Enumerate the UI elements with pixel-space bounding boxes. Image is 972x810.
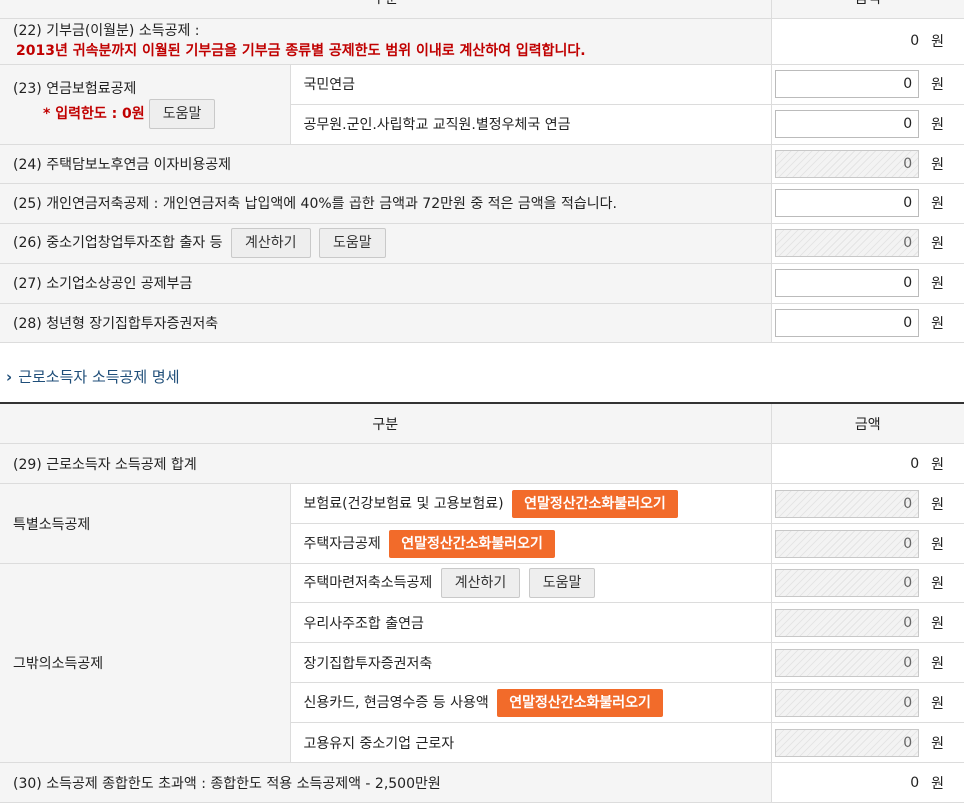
other-sub1-cell: 주택마련저축소득공제 계산하기 도움말 — [289, 563, 772, 603]
header-amount: 금액 — [770, 403, 965, 444]
row-23-label-cell: (23) 연금보험료공제 * 입력한도 : 0원 도움말 — [0, 64, 290, 145]
housing-savings-calc-button[interactable]: 계산하기 — [440, 568, 521, 598]
header-amount: 금액 — [770, 0, 965, 19]
housing-fund-input — [775, 529, 920, 558]
other-sub5-label: 고용유지 중소기업 근로자 — [289, 722, 772, 763]
chevron-right-icon: › — [6, 368, 13, 386]
row-23-note: * 입력한도 : 0원 — [43, 106, 145, 122]
row-22-label: (22) 기부금(이월분) 소득공제 : — [13, 23, 200, 39]
public-pension-input[interactable] — [775, 110, 920, 138]
other-sub2-label: 우리사주조합 출연금 — [289, 602, 772, 643]
won-unit: 원 — [931, 456, 945, 473]
venture-investment-input — [775, 229, 920, 257]
housing-savings-input — [775, 569, 920, 597]
row-23-sub1-label: 국민연금 — [289, 64, 772, 105]
won-unit: 원 — [931, 735, 945, 752]
load-simplified-button[interactable]: 연말정산간소화불러오기 — [497, 688, 663, 717]
row-29-label: (29) 근로소득자 소득공제 합계 — [0, 443, 772, 484]
long-term-fund-input — [775, 648, 920, 677]
row-30-value: 0 — [910, 774, 920, 791]
row-23-label: (23) 연금보험료공제 — [13, 81, 137, 97]
won-unit: 원 — [931, 615, 945, 632]
other-sub4-label: 신용카드, 현금영수증 등 사용액 — [303, 694, 489, 711]
special-sub2-label: 주택자금공제 — [303, 535, 381, 552]
load-simplified-button[interactable]: 연말정산간소화불러오기 — [389, 529, 555, 558]
won-unit: 원 — [931, 276, 945, 292]
housing-savings-help-button[interactable]: 도움말 — [528, 568, 596, 598]
row-22-note: 2013년 귀속분까지 이월된 기부금을 기부금 종류별 공제한도 범위 이내로… — [16, 43, 586, 59]
row-29-value: 0 — [910, 455, 920, 472]
youth-savings-input[interactable] — [775, 308, 920, 337]
row-26-calc-button[interactable]: 계산하기 — [230, 228, 311, 258]
row-23-help-button[interactable]: 도움말 — [148, 99, 216, 129]
special-deduction-label: 특별소득공제 — [0, 483, 290, 564]
credit-card-input — [775, 688, 920, 717]
section-title-text: 근로소득자 소득공제 명세 — [18, 368, 180, 386]
deduction-table-top: 구분 금액 (22) 기부금(이월분) 소득공제 : 2013년 귀속분까지 이… — [0, 0, 965, 343]
won-unit: 원 — [931, 655, 945, 672]
header-category: 구분 — [0, 403, 772, 444]
section-title: › 근로소득자 소득공제 명세 — [6, 366, 180, 387]
row-26-label: (26) 중소기업창업투자조합 출자 등 — [13, 235, 223, 251]
won-unit: 원 — [931, 77, 945, 93]
row-25-label: (25) 개인연금저축공제 : 개인연금저축 납입액에 40%를 곱한 금액과 … — [0, 183, 772, 224]
won-unit: 원 — [931, 496, 945, 513]
row-26-label-cell: (26) 중소기업창업투자조합 출자 등 계산하기 도움말 — [0, 223, 772, 264]
employee-stock-input — [775, 608, 920, 637]
won-unit: 원 — [931, 576, 945, 592]
employment-retention-input — [775, 728, 920, 757]
won-unit: 원 — [931, 536, 945, 553]
won-unit: 원 — [931, 156, 945, 173]
row-28-label: (28) 청년형 장기집합투자증권저축 — [0, 303, 772, 343]
row-27-label: (27) 소기업소상공인 공제부금 — [0, 263, 772, 304]
insurance-premium-input — [775, 489, 920, 518]
deduction-table-bottom: 구분 금액 (29) 근로소득자 소득공제 합계 0 원 특별소득공제 보험료(… — [0, 402, 965, 803]
other-sub3-label: 장기집합투자증권저축 — [289, 642, 772, 683]
special-sub2-cell: 주택자금공제 연말정산간소화불러오기 — [289, 523, 772, 564]
mortgage-pension-input — [775, 149, 920, 178]
other-sub4-cell: 신용카드, 현금영수증 등 사용액 연말정산간소화불러오기 — [289, 682, 772, 723]
header-category: 구분 — [0, 0, 772, 19]
row-30-label: (30) 소득공제 종합한도 초과액 : 종합한도 적용 소득공제액 - 2,5… — [0, 762, 772, 803]
won-unit: 원 — [931, 775, 945, 792]
won-unit: 원 — [931, 117, 945, 133]
load-simplified-button[interactable]: 연말정산간소화불러오기 — [512, 489, 678, 518]
national-pension-input[interactable] — [775, 70, 920, 98]
other-deduction-label: 그밖의소득공제 — [0, 563, 290, 763]
special-sub1-label: 보험료(건강보험료 및 고용보험료) — [303, 495, 504, 512]
row-23-sub2-label: 공무원.군인.사립학교 교직원.별정우체국 연금 — [289, 104, 772, 145]
small-business-input[interactable] — [775, 269, 920, 297]
personal-pension-input[interactable] — [775, 189, 920, 217]
won-unit: 원 — [931, 196, 945, 212]
won-unit: 원 — [931, 695, 945, 712]
row-22-value: 0 — [910, 33, 920, 49]
row-24-label: (24) 주택담보노후연금 이자비용공제 — [0, 144, 772, 184]
row-26-help-button[interactable]: 도움말 — [318, 228, 386, 258]
won-unit: 원 — [931, 34, 945, 50]
special-sub1-cell: 보험료(건강보험료 및 고용보험료) 연말정산간소화불러오기 — [289, 483, 772, 524]
row-22-label-cell: (22) 기부금(이월분) 소득공제 : 2013년 귀속분까지 이월된 기부금… — [0, 18, 772, 65]
won-unit: 원 — [931, 236, 945, 252]
other-sub1-label: 주택마련저축소득공제 — [303, 575, 433, 591]
won-unit: 원 — [931, 315, 945, 332]
